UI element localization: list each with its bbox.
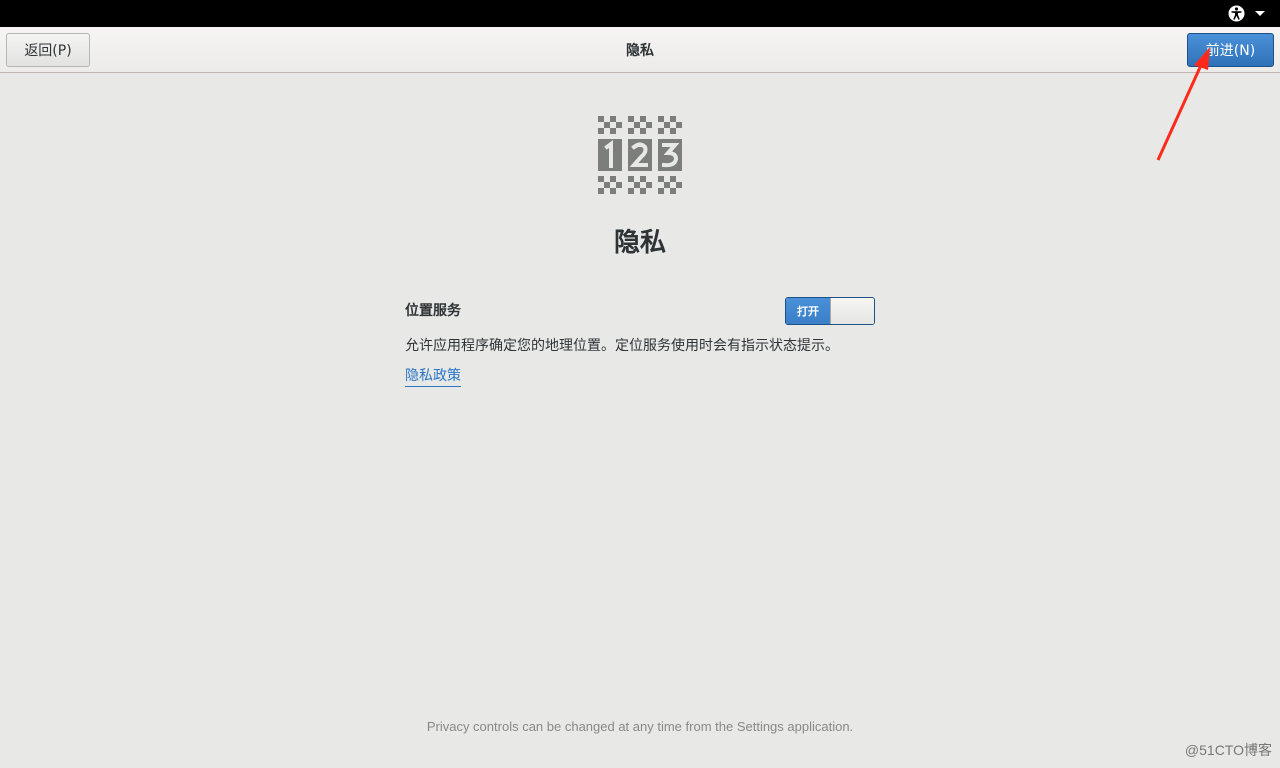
watermark: @51CTO博客 [1184,742,1272,758]
chevron-down-icon[interactable] [1253,5,1267,22]
header-bar: 返回(P) 隐私 前进(N) [0,27,1280,73]
location-services-label: 位置服务 [405,303,461,319]
top-bar [0,0,1280,27]
toggle-on-label: 打开 [786,298,830,324]
location-services-toggle[interactable]: 打开 [785,297,875,325]
footer-note: Privacy controls can be changed at any t… [426,719,854,734]
accessibility-icon[interactable] [1228,5,1245,22]
toggle-knob[interactable] [830,298,874,324]
page-heading: 隐私 [613,228,666,258]
annotation-arrow [1156,47,1210,161]
location-services-description: 允许应用程序确定您的地理位置。定位服务使用时会有指示状态提示。 [405,338,839,354]
back-button[interactable]: 返回(P) [6,33,90,67]
privacy-123-icon [598,116,682,194]
header-title: 隐私 [626,43,654,59]
privacy-policy-link[interactable]: 隐私政策 [405,365,461,387]
